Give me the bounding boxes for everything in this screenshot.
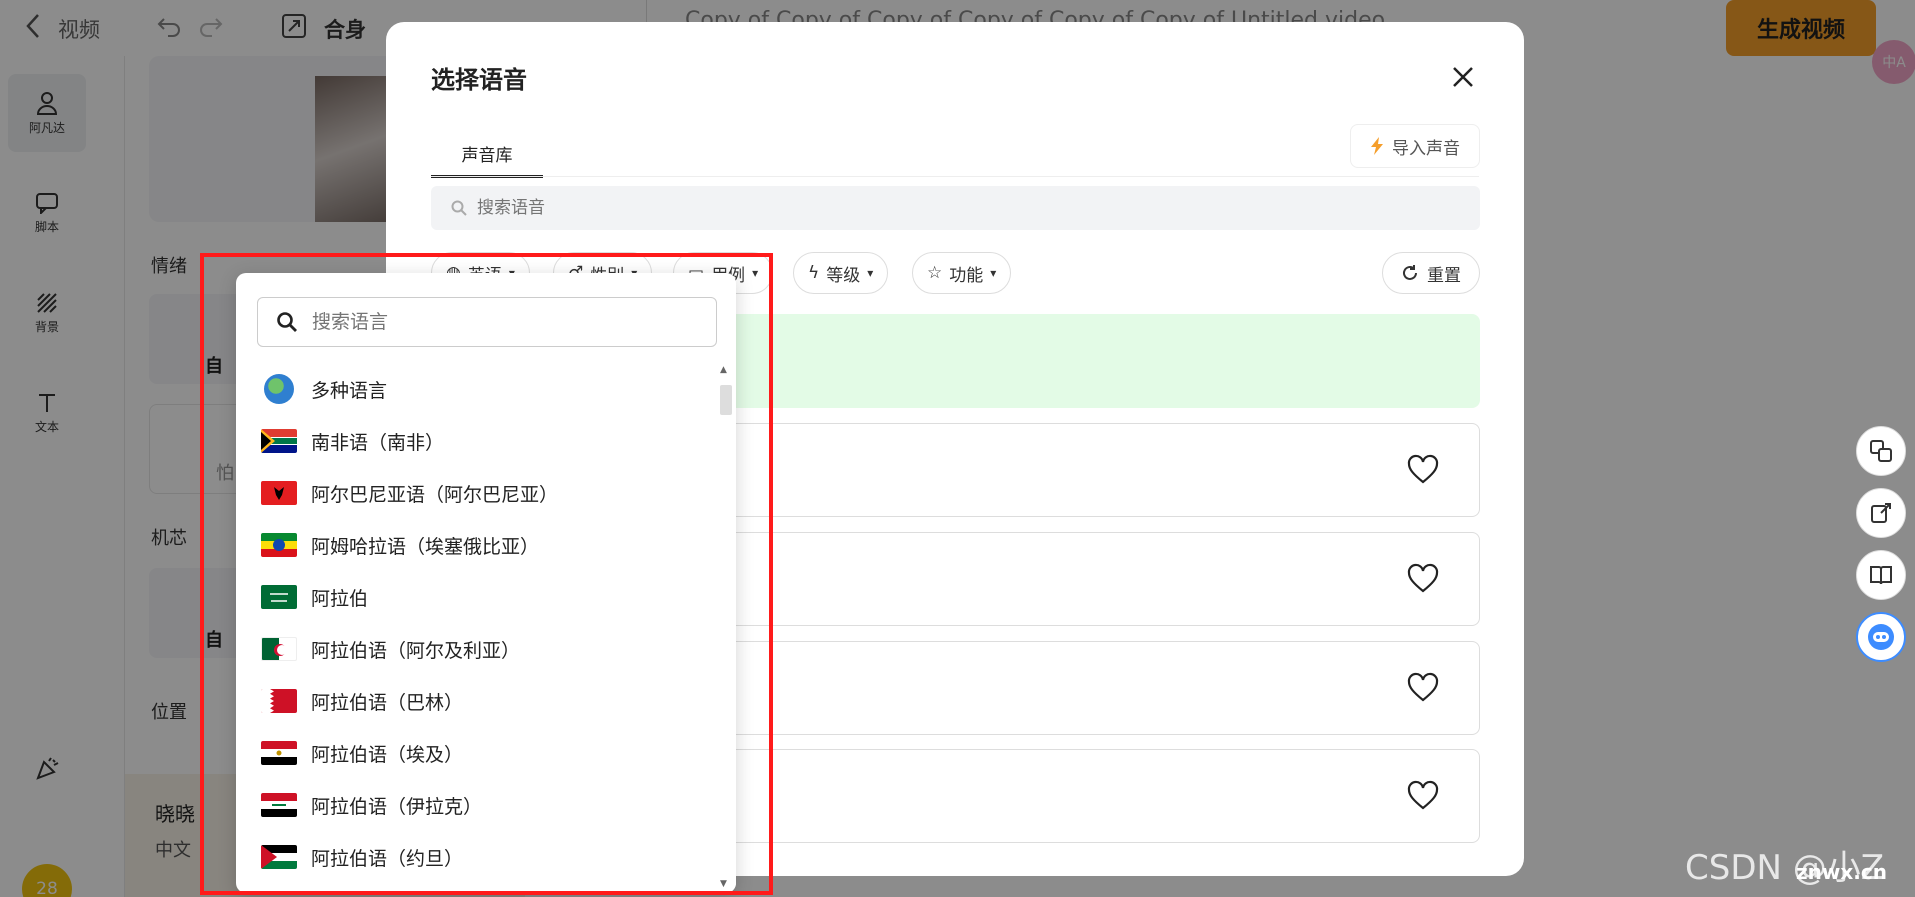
flag-dz-icon [261, 637, 297, 661]
import-voice-button[interactable]: 导入声音 [1350, 124, 1480, 168]
filter-label: 功能 [949, 265, 984, 286]
language-option-label: 南非语（南非） [311, 431, 445, 454]
translate-icon[interactable] [1856, 426, 1906, 476]
lightning-icon [1371, 137, 1383, 155]
refresh-icon [1403, 265, 1417, 280]
chevron-down-icon: ▾ [867, 266, 874, 280]
filter-label: 等级 [826, 265, 861, 286]
language-search-bar[interactable] [257, 297, 717, 347]
scroll-up-icon[interactable]: ▲ [720, 365, 727, 375]
scrollbar-thumb[interactable] [720, 385, 732, 415]
flag-iq-icon [261, 793, 297, 817]
flag-za-icon [261, 429, 297, 453]
language-option-label: 阿拉伯语（巴林） [311, 691, 464, 714]
flag-al-icon [261, 481, 297, 505]
flag-et-icon [261, 533, 297, 557]
modal-title: 选择语音 [431, 66, 527, 94]
flag-bh-icon [261, 689, 297, 713]
flag-eg-icon [261, 741, 297, 765]
heart-icon[interactable] [1407, 454, 1439, 486]
language-dropdown: 多种语言 南非语（南非） 阿尔巴尼亚语（阿尔巴尼亚） 阿姆哈拉语（埃塞俄比亚） [236, 273, 736, 893]
language-option[interactable]: 阿尔巴尼亚语（阿尔巴尼亚） [255, 467, 715, 519]
language-option-label: 阿姆哈拉语（埃塞俄比亚） [311, 535, 540, 558]
heart-icon[interactable] [1407, 672, 1439, 704]
import-voice-label: 导入声音 [1392, 138, 1460, 159]
voice-search-bar[interactable] [431, 186, 1480, 230]
language-option[interactable]: 多种语言 [255, 363, 715, 415]
language-option-label: 多种语言 [311, 379, 388, 402]
app-root: 视频 合身 Copy of Copy of Copy of Copy of Co… [0, 0, 1915, 897]
close-icon[interactable] [1446, 60, 1480, 94]
voice-search-input[interactable] [477, 198, 1077, 218]
flag-sa-icon [261, 585, 297, 609]
language-option-label: 阿拉伯语（埃及） [311, 743, 464, 766]
language-option[interactable]: 阿拉伯语（阿尔及利亚） [255, 623, 715, 675]
filter-tier[interactable]: ϟ 等级 ▾ [793, 252, 889, 294]
language-option-label: 阿拉伯语（约旦） [311, 847, 464, 870]
language-search-input[interactable] [312, 311, 672, 333]
book-icon[interactable] [1856, 550, 1906, 600]
chevron-down-icon: ▾ [752, 266, 759, 280]
watermark-site: znwx.cn [1796, 860, 1887, 884]
edit-share-icon[interactable] [1856, 488, 1906, 538]
language-list-scrollbar[interactable]: ▲ ▼ [716, 363, 736, 893]
reset-filters-button[interactable]: 重置 [1382, 252, 1480, 294]
language-option-label: 阿拉伯语（伊拉克） [311, 795, 483, 818]
language-option[interactable]: 阿拉伯语（约旦） [255, 831, 715, 883]
heart-icon[interactable] [1407, 780, 1439, 812]
assistant-bot-icon[interactable] [1856, 612, 1906, 662]
search-icon [277, 312, 297, 332]
star-icon: ☆ [927, 263, 943, 283]
language-option-label: 阿拉伯语（阿尔及利亚） [311, 639, 521, 662]
search-icon [451, 200, 467, 216]
language-option-label: 阿拉伯 [311, 587, 369, 610]
tabs-divider [431, 176, 1479, 177]
filter-features[interactable]: ☆ 功能 ▾ [912, 252, 1012, 294]
language-option[interactable]: 南非语（南非） [255, 415, 715, 467]
chevron-down-icon: ▾ [990, 266, 997, 280]
bolt-outline-icon: ϟ [808, 263, 820, 283]
globe-icon [264, 374, 294, 404]
language-option[interactable]: 阿姆哈拉语（埃塞俄比亚） [255, 519, 715, 571]
reset-label: 重置 [1427, 265, 1461, 286]
language-option[interactable]: 阿拉伯 [255, 571, 715, 623]
flag-jo-icon [261, 845, 297, 869]
language-option-label: 阿尔巴尼亚语（阿尔巴尼亚） [311, 483, 559, 506]
language-option[interactable]: 阿拉伯语（伊拉克） [255, 779, 715, 831]
language-option[interactable]: 阿拉伯语（埃及） [255, 727, 715, 779]
language-list: 多种语言 南非语（南非） 阿尔巴尼亚语（阿尔巴尼亚） 阿姆哈拉语（埃塞俄比亚） [255, 363, 715, 893]
tab-voice-library[interactable]: 声音库 [431, 132, 543, 178]
scroll-down-icon[interactable]: ▼ [720, 879, 727, 889]
heart-icon[interactable] [1407, 563, 1439, 595]
language-option[interactable]: 阿拉伯语（巴林） [255, 675, 715, 727]
